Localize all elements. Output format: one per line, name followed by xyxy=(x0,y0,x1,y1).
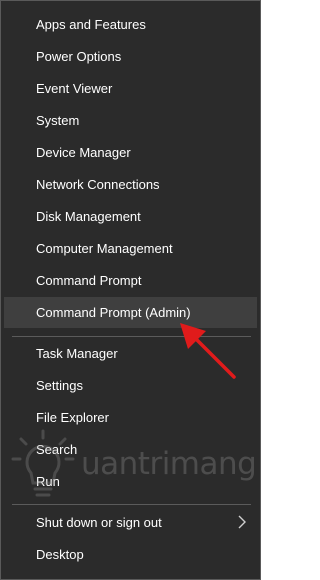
menu-item-label: Search xyxy=(36,442,78,457)
menu-item-search[interactable]: Search xyxy=(4,434,257,465)
menu-item-label: Network Connections xyxy=(36,177,160,192)
menu-item-label: Run xyxy=(36,474,60,489)
menu-item-label: Command Prompt xyxy=(36,273,142,288)
menu-separator xyxy=(12,504,251,505)
menu-item-label: Disk Management xyxy=(36,209,141,224)
menu-item-system[interactable]: System xyxy=(4,105,257,136)
menu-item-computer-management[interactable]: Computer Management xyxy=(4,233,257,264)
menu-item-disk-management[interactable]: Disk Management xyxy=(4,201,257,232)
menu-item-power-options[interactable]: Power Options xyxy=(4,41,257,72)
menu-item-label: Event Viewer xyxy=(36,81,113,96)
red-arrow-icon xyxy=(180,323,236,379)
menu-item-label: Computer Management xyxy=(36,241,173,256)
menu-item-label: File Explorer xyxy=(36,410,109,425)
menu-item-label: Desktop xyxy=(36,547,84,562)
menu-item-label: Shut down or sign out xyxy=(36,515,162,530)
menu-item-command-prompt[interactable]: Command Prompt xyxy=(4,265,257,296)
menu-item-shut-down-or-sign-out[interactable]: Shut down or sign out xyxy=(4,507,257,538)
winx-context-menu: Apps and Features Power Options Event Vi… xyxy=(0,0,261,580)
menu-item-label: Command Prompt (Admin) xyxy=(36,305,191,320)
menu-item-device-manager[interactable]: Device Manager xyxy=(4,137,257,168)
menu-item-label: Settings xyxy=(36,378,83,393)
menu-item-label: Task Manager xyxy=(36,346,118,361)
menu-item-network-connections[interactable]: Network Connections xyxy=(4,169,257,200)
menu-item-desktop[interactable]: Desktop xyxy=(4,539,257,570)
menu-item-file-explorer[interactable]: File Explorer xyxy=(4,402,257,433)
menu-item-apps-and-features[interactable]: Apps and Features xyxy=(4,9,257,40)
menu-item-label: Power Options xyxy=(36,49,122,64)
menu-item-run[interactable]: Run xyxy=(4,466,257,497)
menu-item-event-viewer[interactable]: Event Viewer xyxy=(4,73,257,104)
menu-item-label: System xyxy=(36,113,80,128)
menu-item-label: Device Manager xyxy=(36,145,131,160)
menu-item-label: Apps and Features xyxy=(36,17,146,32)
chevron-right-icon xyxy=(238,515,246,529)
